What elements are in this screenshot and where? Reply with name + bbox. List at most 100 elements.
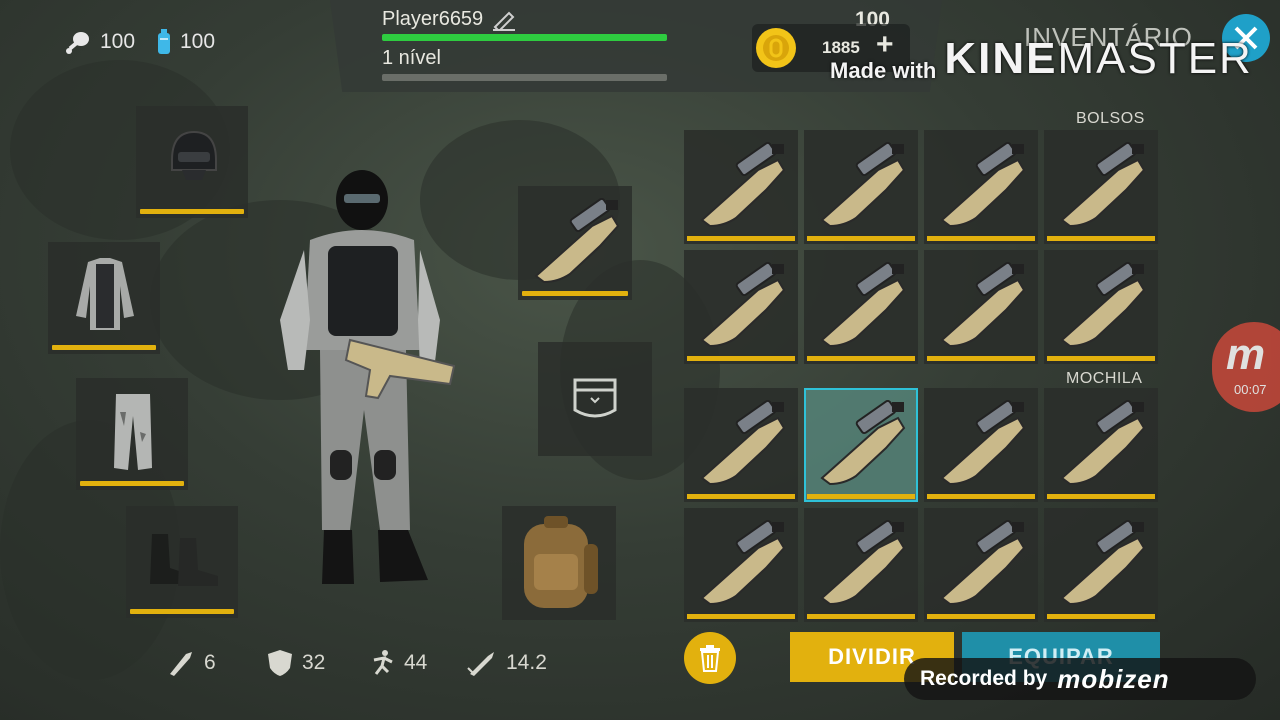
slot-jacket[interactable] <box>48 242 160 354</box>
inventory-slot[interactable] <box>684 250 798 364</box>
durability-bar <box>807 614 915 619</box>
durability-bar <box>1047 494 1155 499</box>
inventory-slot[interactable] <box>684 130 798 244</box>
slot-weapon[interactable] <box>518 186 632 300</box>
jacket-icon <box>76 258 134 330</box>
p90-gun-icon <box>820 261 906 348</box>
p90-gun-icon <box>700 261 786 348</box>
p90-gun-icon <box>1060 261 1146 348</box>
inventory-slot[interactable] <box>804 388 918 502</box>
p90-gun-icon <box>940 141 1026 228</box>
water-value: 100 <box>180 30 216 53</box>
health-bar <box>382 34 667 41</box>
inventory-slot[interactable] <box>1044 388 1158 502</box>
kinemaster-watermark: Made with KINE MASTER <box>830 34 1253 84</box>
p90-gun-icon <box>1060 141 1146 228</box>
inventory-slot[interactable] <box>804 508 918 622</box>
armor-value: 32 <box>302 651 326 674</box>
inventory-slot[interactable] <box>804 250 918 364</box>
pockets-label: BOLSOS <box>1076 110 1145 127</box>
p90-gun-icon <box>820 141 906 228</box>
slot-pocket[interactable] <box>538 342 652 456</box>
level-label: 1 nível <box>382 47 441 69</box>
durability-bar <box>927 236 1035 241</box>
player-name: Player6659 <box>382 8 484 30</box>
p90-gun-icon <box>940 399 1026 486</box>
mobizen-watermark: Recorded by mobizen <box>904 658 1256 700</box>
backpack-label: MOCHILA <box>1066 370 1143 387</box>
durability-bar <box>1047 236 1155 241</box>
bullet-icon <box>467 652 494 676</box>
player-character <box>280 170 456 584</box>
running-man-icon <box>373 650 393 675</box>
watermark-kine: KINE <box>944 34 1058 83</box>
p90-gun-icon <box>820 519 906 606</box>
slot-boots[interactable] <box>126 506 238 618</box>
slot-pants[interactable] <box>76 378 188 490</box>
slot-backpack[interactable] <box>502 506 616 620</box>
durability-bar <box>927 614 1035 619</box>
watermark-master: MASTER <box>1057 34 1253 83</box>
inventory-slot[interactable] <box>1044 250 1158 364</box>
food-stat: 100 <box>64 28 135 56</box>
speed-value: 44 <box>404 651 428 674</box>
p90-gun-icon <box>820 399 906 486</box>
p90-gun-icon <box>1060 519 1146 606</box>
recording-badge-letter: m <box>1226 330 1266 379</box>
watermark-made-with: Made with <box>830 58 937 83</box>
pants-icon <box>114 394 152 470</box>
inventory-slot[interactable] <box>924 130 1038 244</box>
attack-value: 6 <box>204 651 216 674</box>
coin-icon <box>756 28 796 68</box>
trash-button[interactable] <box>684 632 736 684</box>
durability-bar <box>1047 614 1155 619</box>
slot-helmet[interactable] <box>136 106 248 218</box>
boots-icon <box>150 534 218 586</box>
durability-bar <box>927 494 1035 499</box>
durability-bar <box>1047 356 1155 361</box>
p90-gun-icon <box>940 519 1026 606</box>
inventory-slot[interactable] <box>804 130 918 244</box>
water-stat: 100 <box>156 28 215 56</box>
recording-time: 00:07 <box>1234 382 1267 397</box>
range-value: 14.2 <box>506 651 547 674</box>
inventory-slot[interactable] <box>924 388 1038 502</box>
inventory-slot[interactable] <box>924 508 1038 622</box>
p90-gun-icon <box>940 261 1026 348</box>
player-name-row: Player6659 <box>382 8 517 31</box>
armor-stat: 32 <box>266 648 325 678</box>
inventory-slot[interactable] <box>924 250 1038 364</box>
helmet-icon <box>171 130 217 180</box>
durability-bar <box>927 356 1035 361</box>
speed-stat: 44 <box>366 648 427 678</box>
backpack-icon <box>524 516 598 608</box>
food-value: 100 <box>100 30 136 53</box>
drumstick-icon <box>66 32 89 54</box>
durability-bar <box>807 356 915 361</box>
p90-gun-icon <box>700 519 786 606</box>
durability-bar <box>687 494 795 499</box>
pocket-icon <box>573 378 617 418</box>
p90-gun-icon <box>1060 399 1146 486</box>
durability-bar <box>807 236 915 241</box>
trash-icon <box>700 645 720 672</box>
inventory-slot[interactable] <box>1044 130 1158 244</box>
inventory-slot[interactable] <box>684 388 798 502</box>
recorded-by-label: Recorded by <box>920 667 1048 690</box>
inventory-slot[interactable] <box>1044 508 1158 622</box>
inventory-slot[interactable] <box>684 508 798 622</box>
durability-bar <box>687 614 795 619</box>
p90-gun-icon <box>700 141 786 228</box>
shield-icon <box>268 650 292 676</box>
water-bottle-icon <box>158 29 170 54</box>
p90-gun-icon <box>534 197 620 284</box>
recording-badge[interactable]: m 00:07 <box>1212 322 1280 412</box>
p90-gun-icon <box>700 399 786 486</box>
durability-bar <box>687 236 795 241</box>
attack-stat: 6 <box>166 648 216 678</box>
xp-bar <box>382 74 667 81</box>
edit-pencil-icon[interactable] <box>491 9 517 31</box>
knife-icon <box>170 652 192 676</box>
range-stat: 14.2 <box>466 648 547 678</box>
mobizen-brand: mobizen <box>1057 663 1170 694</box>
